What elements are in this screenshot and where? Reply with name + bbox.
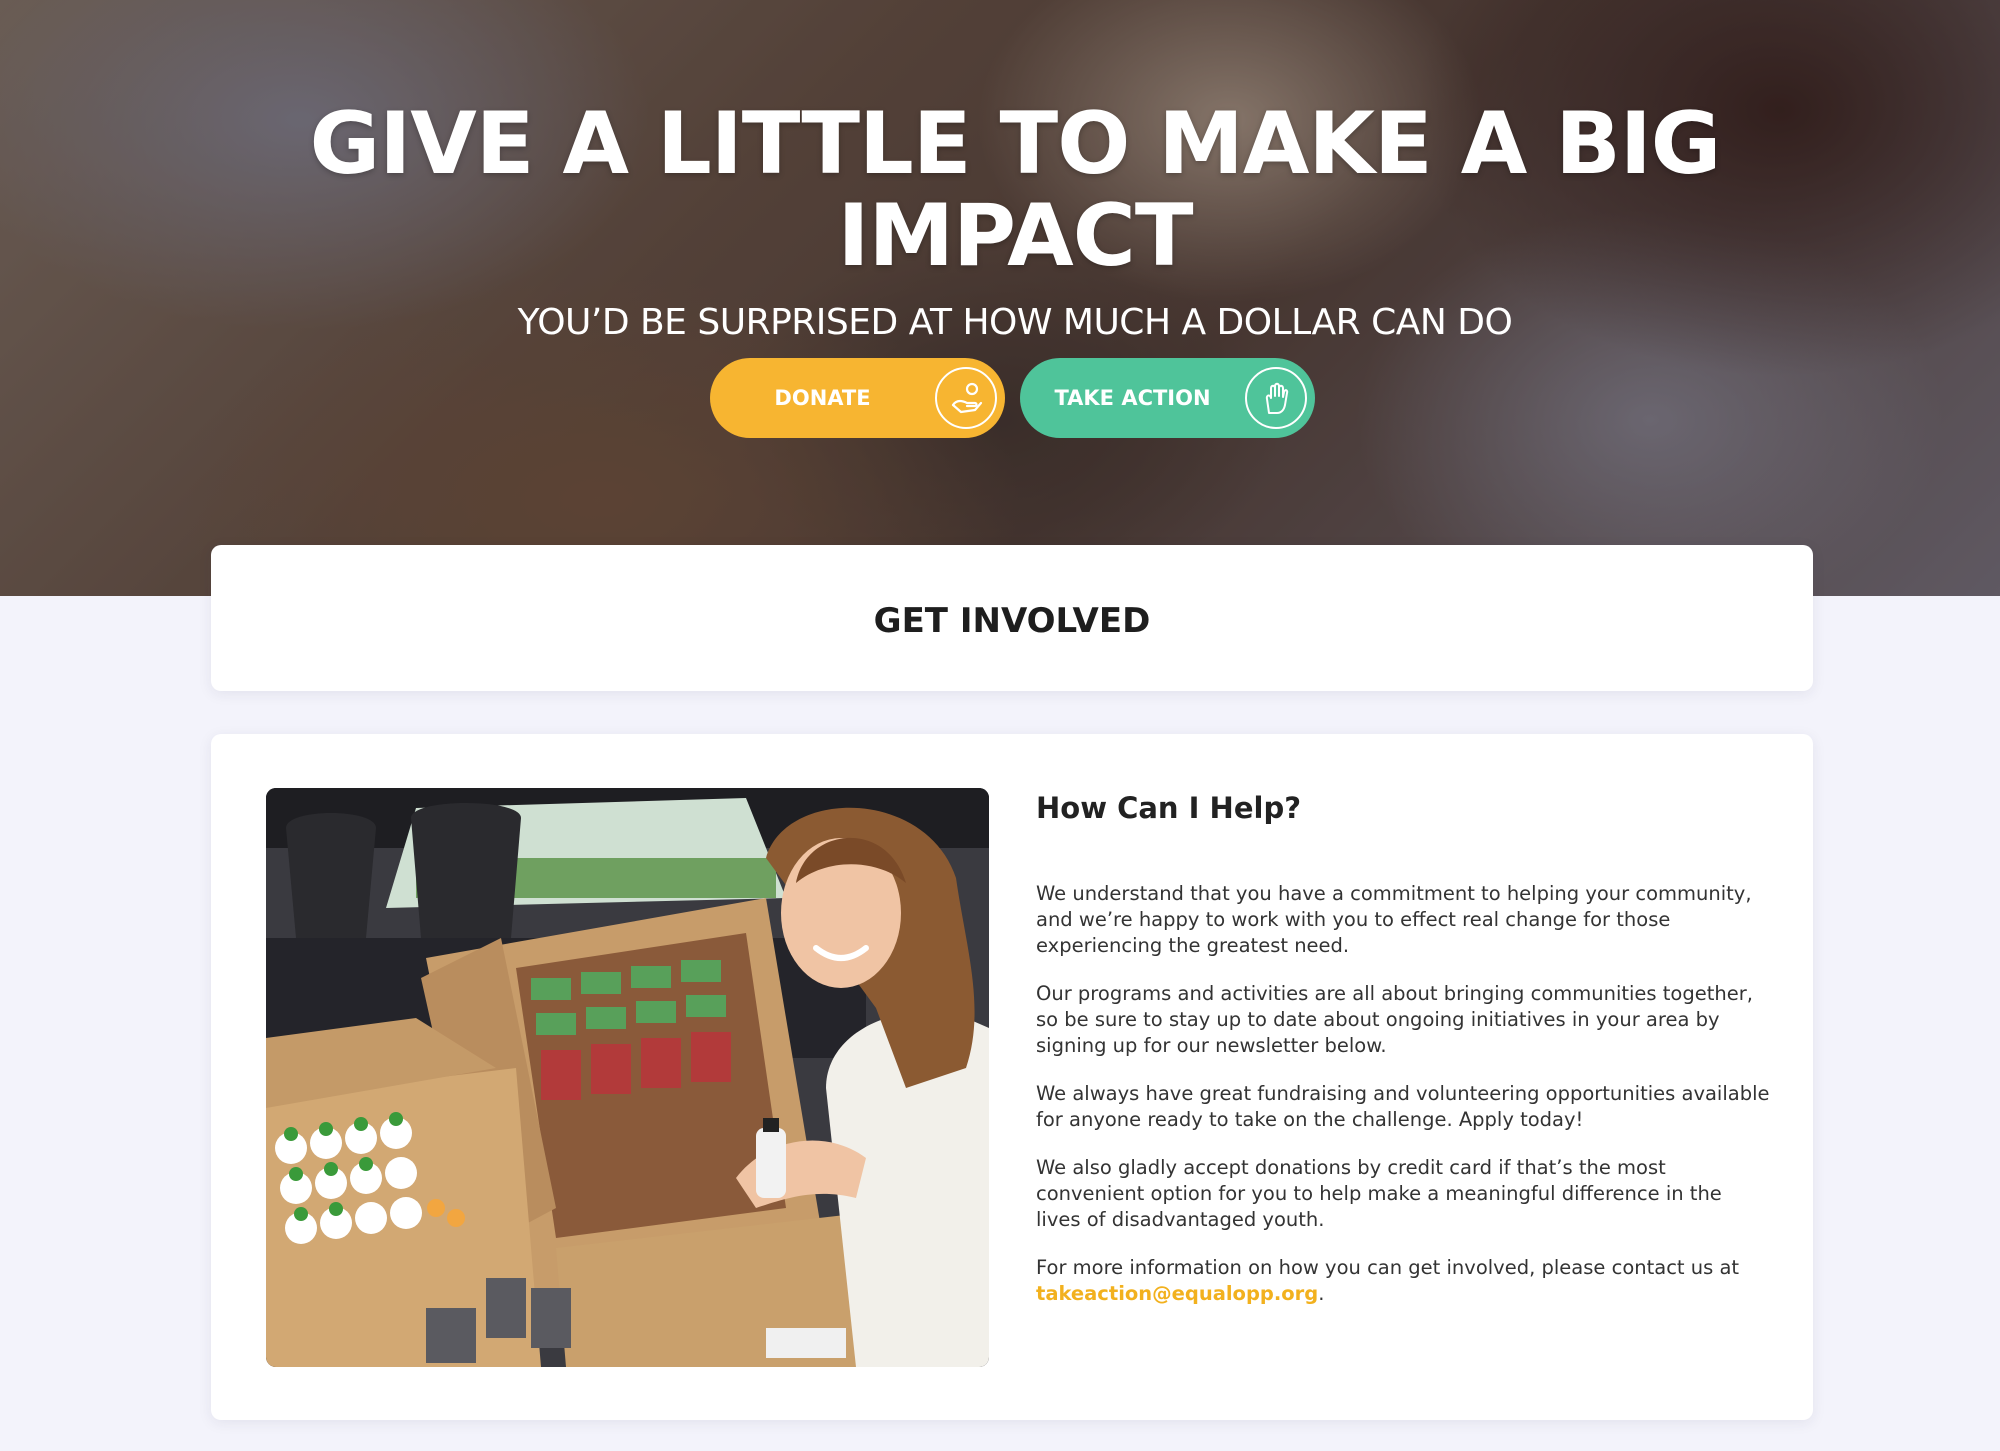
contact-text: For more information on how you can get … (1036, 1256, 1740, 1279)
help-paragraph-5: For more information on how you can get … (1036, 1255, 1771, 1307)
hero-subtitle: YOU’D BE SURPRISED AT HOW MUCH A DOLLAR … (517, 302, 1513, 343)
hand-coin-icon (935, 367, 997, 429)
hero-banner: GIVE A LITTLE TO MAKE A BIG IMPACT YOU’D… (0, 0, 2000, 596)
help-heading: How Can I Help? (1036, 791, 1302, 825)
contact-text-end: . (1318, 1282, 1325, 1305)
take-action-button[interactable]: TAKE ACTION (1020, 358, 1315, 438)
how-can-i-help-card: How Can I Help? We understand that you h… (211, 734, 1813, 1420)
take-action-button-label: TAKE ACTION (1054, 386, 1211, 410)
donate-button[interactable]: DONATE (710, 358, 1005, 438)
help-paragraph-1: We understand that you have a commitment… (1036, 882, 1752, 957)
help-paragraphs: We understand that you have a commitment… (1036, 881, 1771, 1307)
hero-overlay (0, 0, 2000, 596)
help-paragraph-2: Our programs and activities are all abou… (1036, 982, 1753, 1057)
get-involved-card: GET INVOLVED (211, 545, 1813, 691)
contact-email-link[interactable]: takeaction@equalopp.org (1036, 1282, 1318, 1305)
hand-raise-icon (1245, 367, 1307, 429)
get-involved-heading: GET INVOLVED (873, 601, 1151, 641)
help-paragraph-3: We always have great fundraising and vol… (1036, 1082, 1770, 1131)
volunteer-photo (266, 788, 989, 1367)
help-paragraph-4: We also gladly accept donations by credi… (1036, 1156, 1722, 1231)
help-text-column: How Can I Help? We understand that you h… (1036, 788, 1771, 1329)
donate-button-label: DONATE (774, 386, 871, 410)
hero-title: GIVE A LITTLE TO MAKE A BIG IMPACT (309, 94, 1722, 286)
